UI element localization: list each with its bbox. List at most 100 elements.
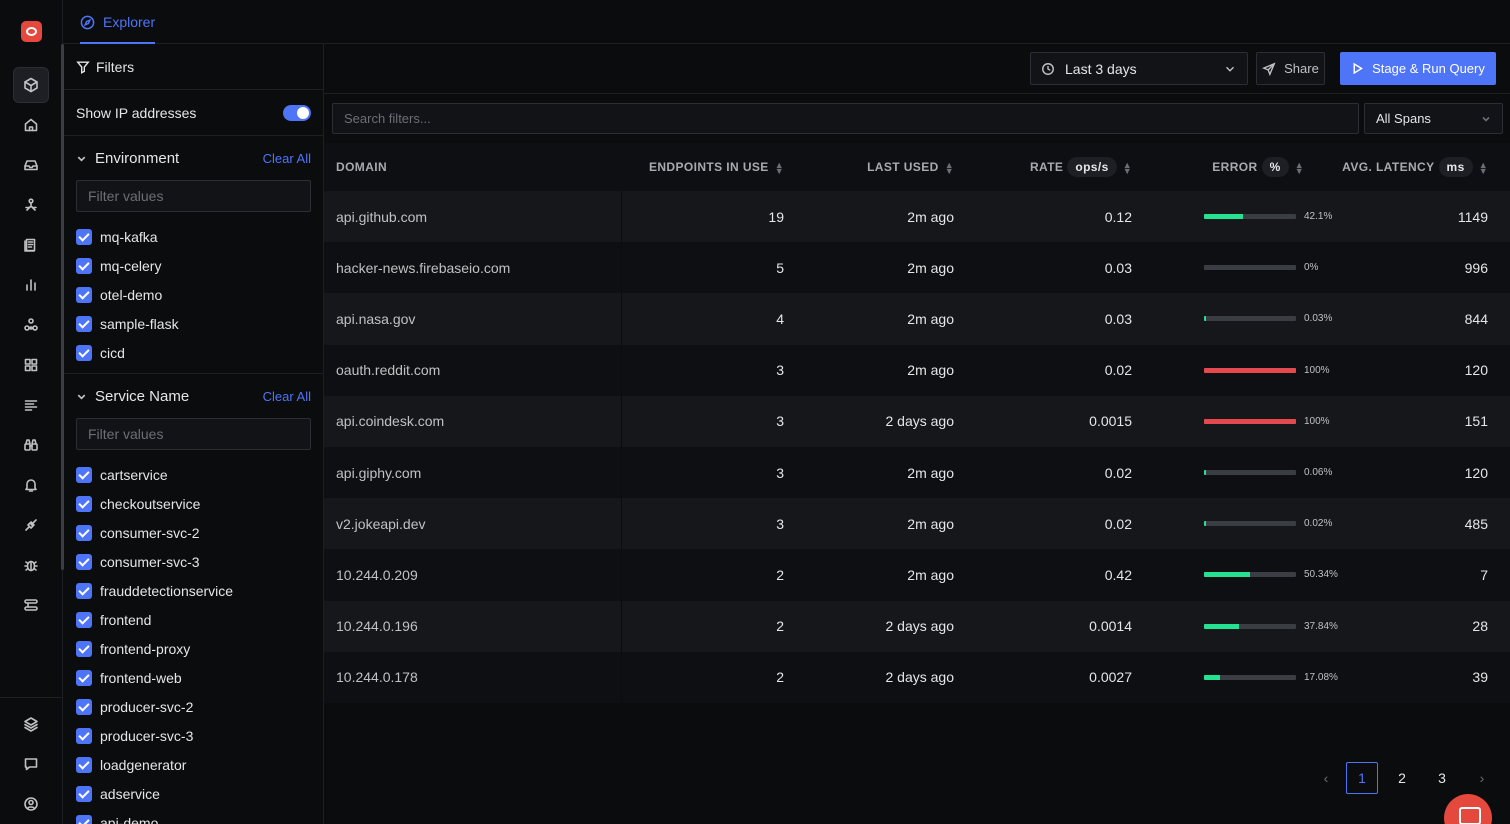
table-row[interactable]: 10.244.0.178 2 2 days ago 0.0027 17.08% 39 <box>324 651 1510 703</box>
table-row[interactable]: 10.244.0.209 2 2m ago 0.42 50.34% 7 <box>324 549 1510 601</box>
share-button[interactable]: Share <box>1256 52 1325 85</box>
filter-checkbox-item[interactable]: adservice <box>63 779 323 808</box>
binoculars-icon[interactable] <box>13 427 49 463</box>
checkbox-checked-icon[interactable] <box>76 344 92 361</box>
table-row[interactable]: v2.jokeapi.dev 3 2m ago 0.02 0.02% 485 <box>324 498 1510 550</box>
col-domain[interactable]: DOMAIN <box>324 143 621 191</box>
table-row[interactable]: oauth.reddit.com 3 2m ago 0.02 100% 120 <box>324 344 1510 396</box>
checkbox-checked-icon[interactable] <box>76 727 92 744</box>
environment-clear-all[interactable]: Clear All <box>263 151 311 166</box>
filter-checkbox-item[interactable]: frontend <box>63 605 323 634</box>
sort-icon[interactable]: ▲ ▼ <box>1479 160 1488 175</box>
filter-checkbox-item[interactable]: mq-celery <box>63 251 323 280</box>
col-last-used[interactable]: LAST USED ▲ ▼ <box>806 143 976 191</box>
environment-list: mq-kafka mq-celery otel-demo sample-flask ci… <box>63 222 323 367</box>
checkbox-checked-icon[interactable] <box>76 286 92 303</box>
checkbox-checked-icon[interactable] <box>76 611 92 628</box>
table-row[interactable]: api.github.com 19 2m ago 0.12 42.1% 1149 <box>324 191 1510 243</box>
filter-checkbox-item[interactable]: cicd <box>63 338 323 367</box>
pipelines-icon[interactable] <box>13 587 49 623</box>
stage-run-query-button[interactable]: Stage & Run Query <box>1340 52 1496 85</box>
col-latency[interactable]: AVG. LATENCY ms ▲ ▼ <box>1326 143 1510 191</box>
logo-icon[interactable] <box>21 21 42 42</box>
checkbox-checked-icon[interactable] <box>76 553 92 570</box>
col-endpoints[interactable]: ENDPOINTS IN USE ▲ ▼ <box>621 143 806 191</box>
user-icon[interactable] <box>13 786 49 822</box>
checkbox-checked-icon[interactable] <box>76 228 92 245</box>
filter-checkbox-item[interactable]: api-demo <box>63 808 323 824</box>
sort-icon[interactable]: ▲ ▼ <box>1123 160 1132 175</box>
filter-checkbox-item[interactable]: producer-svc-2 <box>63 692 323 721</box>
checkbox-checked-icon[interactable] <box>76 524 92 541</box>
filter-checkbox-item[interactable]: producer-svc-3 <box>63 721 323 750</box>
filter-checkbox-item[interactable]: checkoutservice <box>63 489 323 518</box>
chevron-down-icon <box>1226 66 1234 72</box>
service-filter-input[interactable]: Filter values <box>76 418 311 450</box>
nodes-icon[interactable] <box>13 307 49 343</box>
error-bar-fill <box>1204 623 1239 629</box>
checkbox-checked-icon[interactable] <box>76 640 92 657</box>
integrations-icon[interactable] <box>13 507 49 543</box>
checkbox-checked-icon[interactable] <box>76 495 92 512</box>
filter-checkbox-item[interactable]: frontend-proxy <box>63 634 323 663</box>
page-number-button[interactable]: 1 <box>1346 762 1378 794</box>
show-ip-label: Show IP addresses <box>76 104 197 121</box>
explorer-icon[interactable] <box>13 67 49 103</box>
page-number-button[interactable]: 3 <box>1426 762 1458 794</box>
checkbox-checked-icon[interactable] <box>76 814 92 824</box>
search-filters-input[interactable]: Search filters... <box>332 103 1359 134</box>
col-rate[interactable]: RATE ops/s ▲ ▼ <box>976 143 1154 191</box>
spans-select[interactable]: All Spans <box>1364 103 1503 134</box>
sidebar-scrollbar[interactable] <box>61 44 64 570</box>
dashboard-icon[interactable] <box>13 347 49 383</box>
inbox-icon[interactable] <box>13 147 49 183</box>
filter-checkbox-item[interactable]: otel-demo <box>63 280 323 309</box>
layers-icon[interactable] <box>13 706 49 742</box>
checkbox-checked-icon[interactable] <box>76 785 92 802</box>
alert-bell-icon[interactable] <box>13 467 49 503</box>
sort-icon[interactable]: ▲ ▼ <box>945 160 954 175</box>
checkbox-checked-icon[interactable] <box>76 315 92 332</box>
environment-header[interactable]: Environment Clear All <box>63 136 323 180</box>
chart-icon[interactable] <box>13 267 49 303</box>
checkbox-checked-icon[interactable] <box>76 466 92 483</box>
table-row[interactable]: hacker-news.firebaseio.com 5 2m ago 0.03 0% 9… <box>324 242 1510 294</box>
filter-checkbox-item[interactable]: cartservice <box>63 460 323 489</box>
checkbox-checked-icon[interactable] <box>76 669 92 686</box>
message-icon[interactable] <box>13 746 49 782</box>
prev-page-icon[interactable]: ‹ <box>1310 762 1342 794</box>
services-icon[interactable] <box>13 187 49 223</box>
show-ip-toggle[interactable] <box>283 104 311 121</box>
service-header[interactable]: Service Name Clear All <box>63 374 323 418</box>
filter-checkbox-item[interactable]: frauddetectionservice <box>63 576 323 605</box>
checkbox-checked-icon[interactable] <box>76 582 92 599</box>
filter-checkbox-label: otel-demo <box>100 286 163 303</box>
bug-icon[interactable] <box>13 547 49 583</box>
checkbox-checked-icon[interactable] <box>76 756 92 773</box>
table-row[interactable]: api.giphy.com 3 2m ago 0.02 0.06% 120 <box>324 446 1510 499</box>
table-row[interactable]: 10.244.0.196 2 2 days ago 0.0014 37.84% 28 <box>324 600 1510 652</box>
tab-explorer[interactable]: Explorer <box>80 0 156 44</box>
checkbox-checked-icon[interactable] <box>76 698 92 715</box>
time-range-select[interactable]: Last 3 days <box>1030 52 1248 85</box>
filter-checkbox-item[interactable]: sample-flask <box>63 309 323 338</box>
table-row[interactable]: api.nasa.gov 4 2m ago 0.03 0.03% 844 <box>324 293 1510 345</box>
col-error[interactable]: ERROR% ▲ ▼ <box>1154 143 1326 191</box>
sort-icon[interactable]: ▲ ▼ <box>1295 160 1304 175</box>
filter-checkbox-item[interactable]: consumer-svc-3 <box>63 547 323 576</box>
filter-checkbox-item[interactable]: frontend-web <box>63 663 323 692</box>
filter-checkbox-item[interactable]: consumer-svc-2 <box>63 518 323 547</box>
page-number-button[interactable]: 2 <box>1386 762 1418 794</box>
cell-rate: 0.0014 <box>976 600 1154 652</box>
service-clear-all[interactable]: Clear All <box>263 389 311 404</box>
sort-icon[interactable]: ▲ ▼ <box>775 160 784 175</box>
list-icon[interactable] <box>13 387 49 423</box>
logs-icon[interactable] <box>13 227 49 263</box>
home-icon[interactable] <box>13 107 49 143</box>
filter-checkbox-item[interactable]: loadgenerator <box>63 750 323 779</box>
next-page-icon[interactable]: › <box>1466 762 1498 794</box>
filter-checkbox-item[interactable]: mq-kafka <box>63 222 323 251</box>
checkbox-checked-icon[interactable] <box>76 257 92 274</box>
environment-filter-input[interactable]: Filter values <box>76 180 311 212</box>
table-row[interactable]: api.coindesk.com 3 2 days ago 0.0015 100% 151 <box>324 395 1510 447</box>
